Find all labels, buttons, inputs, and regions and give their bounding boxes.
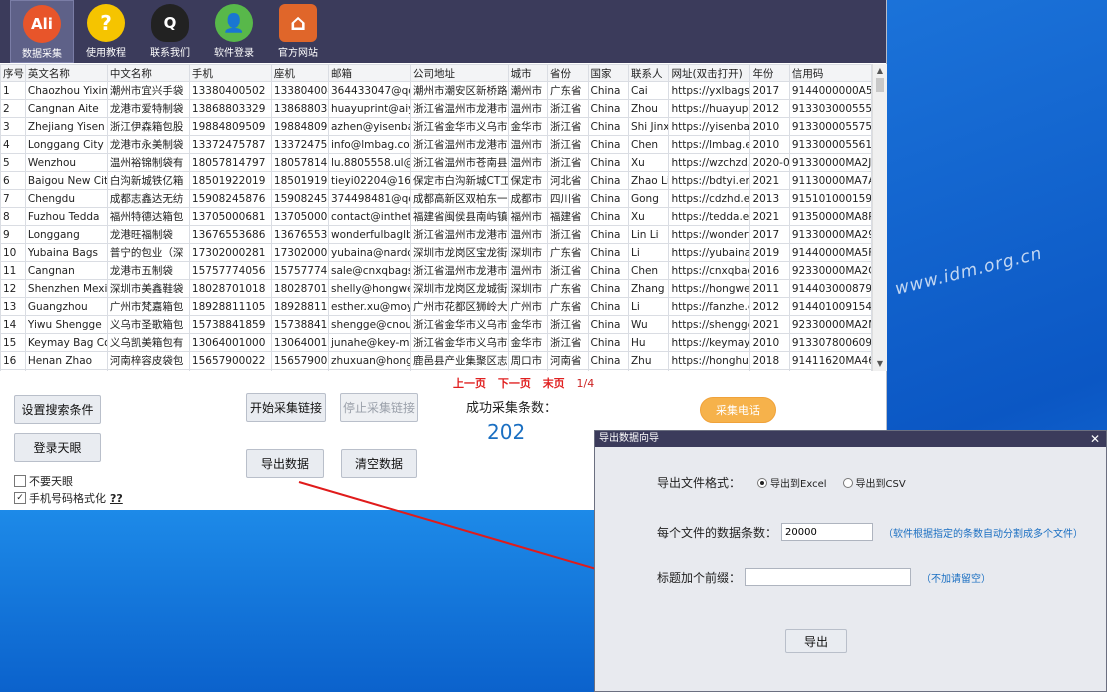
- export-button[interactable]: 导出: [785, 629, 847, 653]
- close-icon[interactable]: ✕: [1090, 431, 1100, 447]
- radio-excel[interactable]: 导出到Excel: [757, 475, 827, 490]
- format-label: 导出文件格式：: [657, 476, 742, 490]
- per-file-row: 每个文件的数据条数： （软件根据指定的条数自动分割成多个文件）: [657, 523, 1083, 541]
- dialog-title: 导出数据向导: [599, 433, 659, 444]
- radio-selected-icon[interactable]: [757, 477, 768, 488]
- radio-csv[interactable]: 导出到CSV: [842, 475, 906, 490]
- prefix-label: 标题加个前缀：: [657, 570, 742, 585]
- format-row: 导出文件格式： 导出到Excel 导出到CSV: [657, 474, 922, 491]
- dialog-title-bar: 导出数据向导 ✕: [595, 431, 1106, 447]
- per-file-input[interactable]: [781, 523, 874, 541]
- radio-unselected-icon[interactable]: [842, 477, 853, 488]
- per-file-label: 每个文件的数据条数：: [657, 525, 778, 540]
- prefix-input[interactable]: [745, 568, 912, 586]
- export-dialog: 导出数据向导 ✕ 导出文件格式： 导出到Excel 导出到CSV 每个文件的数据…: [594, 430, 1107, 692]
- prefix-row: 标题加个前缀： （不加请留空）: [657, 568, 991, 586]
- per-file-hint: （软件根据指定的条数自动分割成多个文件）: [883, 528, 1084, 540]
- prefix-hint: （不加请留空）: [921, 573, 992, 585]
